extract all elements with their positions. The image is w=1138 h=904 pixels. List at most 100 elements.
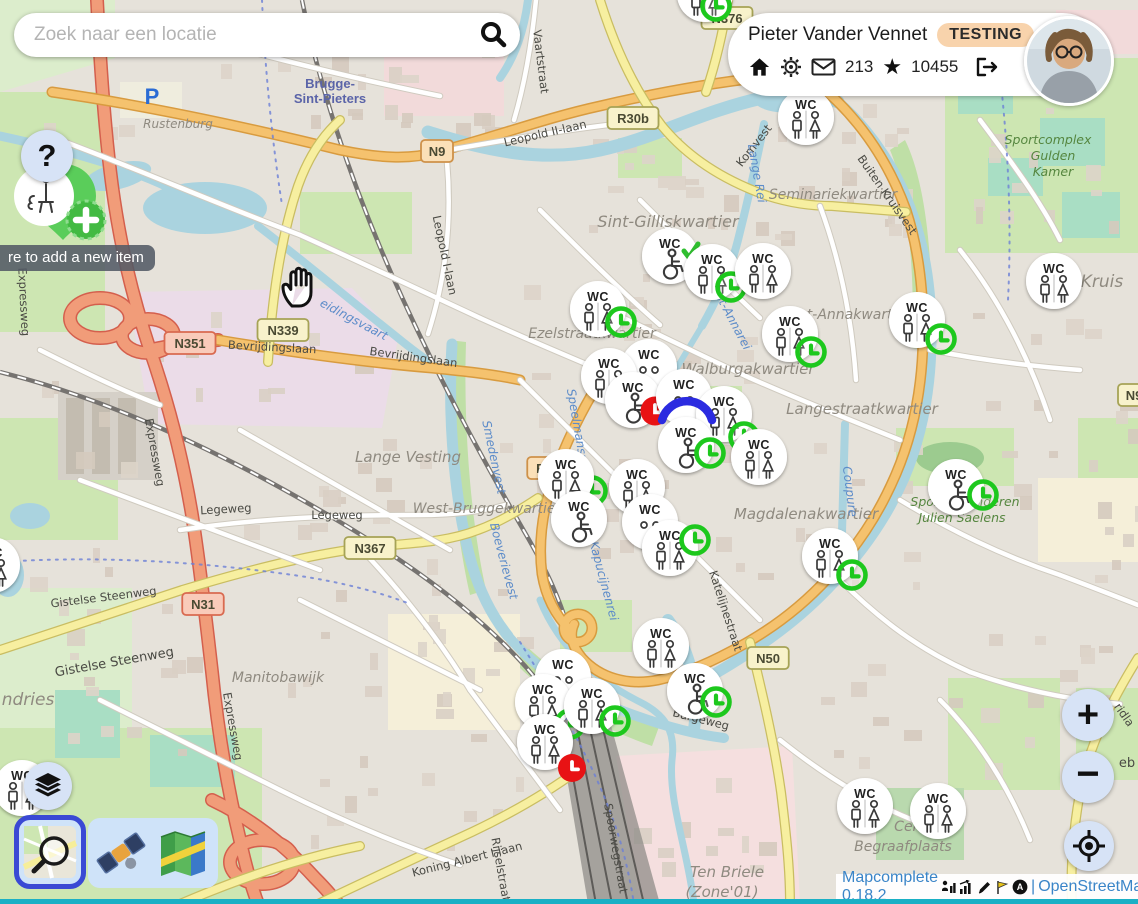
svg-text:A: A <box>1017 882 1024 892</box>
map-canvas[interactable]: RustenburgSint-GilliskwartierSeminariekw… <box>0 0 1138 904</box>
svg-text:WC: WC <box>684 672 706 686</box>
road-badge: N31 <box>182 593 224 615</box>
testing-badge: TESTING <box>937 23 1034 47</box>
road-badge: N9 <box>421 140 453 162</box>
svg-text:WC: WC <box>927 792 949 806</box>
layer-option-osm-carto[interactable] <box>14 815 86 889</box>
svg-text:N9: N9 <box>429 144 446 159</box>
layer-option-satellite[interactable] <box>94 823 148 883</box>
district-label: Manitobawijk <box>232 670 325 686</box>
chart-icon[interactable] <box>959 880 974 895</box>
svg-text:N367: N367 <box>354 541 385 556</box>
district-label: West-Bruggekwartier <box>413 501 563 517</box>
satellite-thumbnail <box>95 825 147 881</box>
osm-link[interactable]: OpenStreetMap <box>1038 878 1138 896</box>
toilet-marker[interactable]: WC <box>551 491 607 547</box>
street-label: Legeweg <box>200 501 252 518</box>
search-bar <box>14 13 520 57</box>
search-input[interactable] <box>32 23 478 47</box>
svg-text:WC: WC <box>795 98 817 112</box>
mapcomplete-app: RustenburgSint-GilliskwartierSeminariekw… <box>0 0 1138 904</box>
road-badge: N367 <box>345 537 396 559</box>
street-label: eb <box>1119 756 1135 771</box>
district-label: Langestraatkwartier <box>786 400 939 418</box>
road-badge: R30b <box>608 107 659 129</box>
svg-text:WC: WC <box>713 395 735 409</box>
osm-carto-thumbnail <box>22 823 78 881</box>
green-label: Gulden <box>1031 148 1076 163</box>
star-icon[interactable]: ★ <box>882 54 902 80</box>
layer-option-map[interactable] <box>156 823 210 883</box>
svg-text:WC: WC <box>906 301 928 315</box>
toilet-marker[interactable]: WC <box>735 243 791 299</box>
attribution-bar: Mapcomplete 0.18.2 A | OpenStreetMap <box>836 874 1138 900</box>
district-label: Ten Briele <box>690 863 764 881</box>
svg-text:WC: WC <box>552 658 574 672</box>
add-item-tooltip: re to add a new item <box>0 245 155 271</box>
zoom-in-button[interactable]: + <box>1062 689 1114 741</box>
svg-text:WC: WC <box>673 378 695 392</box>
opening-hours-badge-open <box>682 527 709 554</box>
road-badge: N50 <box>747 647 789 669</box>
avatar[interactable] <box>1024 16 1114 106</box>
search-icon[interactable] <box>478 20 508 50</box>
district-label: Begraafplaats <box>854 839 952 855</box>
svg-text:WC: WC <box>534 723 556 737</box>
svg-text:WC: WC <box>748 438 770 452</box>
opening-hours-badge-open <box>839 562 866 589</box>
geolocate-button[interactable] <box>1064 821 1114 871</box>
attribution-separator: | <box>1031 878 1035 896</box>
district-label: Rustenburg <box>143 117 213 131</box>
opening-hours-badge-open <box>703 689 730 716</box>
svg-text:WC: WC <box>568 500 590 514</box>
opening-hours-badge-open <box>798 339 825 366</box>
svg-text:WC: WC <box>659 529 681 543</box>
opening-hours-badge-open <box>928 326 955 353</box>
svg-text:WC: WC <box>945 468 967 482</box>
opening-hours-badge-open <box>697 440 724 467</box>
layers-icon <box>32 770 64 802</box>
layers-button[interactable] <box>24 762 72 810</box>
svg-text:N351: N351 <box>174 336 205 351</box>
toilet-marker[interactable]: WC <box>837 778 893 834</box>
green-label: Kamer <box>1033 164 1074 179</box>
svg-text:WC: WC <box>639 503 661 517</box>
edit-pencil-icon[interactable] <box>977 880 992 895</box>
zoom-out-button[interactable]: − <box>1062 751 1114 803</box>
opening-hours-badge-open <box>602 708 629 735</box>
road-badge: N339 <box>258 319 309 341</box>
logout-icon[interactable] <box>975 57 999 77</box>
toilet-marker[interactable]: WC <box>1026 253 1082 309</box>
svg-text:WC: WC <box>587 290 609 304</box>
toilet-marker[interactable]: WC <box>633 618 689 674</box>
svg-text:R30b: R30b <box>617 111 649 126</box>
opening-hours-badge-open <box>970 482 997 509</box>
home-icon[interactable] <box>748 56 771 78</box>
bottom-accent-bar <box>0 899 1138 904</box>
svg-text:WC: WC <box>0 546 3 560</box>
svg-text:WC: WC <box>650 627 672 641</box>
road-badge: N351 <box>165 332 216 354</box>
settings-gear-icon[interactable] <box>780 56 802 78</box>
toilet-marker[interactable]: WC <box>778 89 834 145</box>
folded-map-thumbnail <box>157 825 209 881</box>
opening-hours-badge-closed <box>558 754 586 782</box>
statistics-icon[interactable] <box>941 880 956 895</box>
street-label: Legeweg <box>311 508 362 522</box>
help-button[interactable]: ? <box>21 130 73 182</box>
svg-text:WC: WC <box>779 315 801 329</box>
hand-cursor-icon <box>278 266 316 310</box>
green-label: Sportcomplex <box>1005 132 1092 147</box>
crosshair-icon <box>1072 829 1106 863</box>
svg-text:WC: WC <box>659 237 681 251</box>
svg-text:WC: WC <box>638 348 660 362</box>
toilet-marker[interactable]: WC <box>731 429 787 485</box>
opening-hours-badge-open <box>608 309 635 336</box>
messages-envelope-icon[interactable] <box>811 58 836 76</box>
theme-flag-icon[interactable] <box>995 880 1009 895</box>
toilet-marker[interactable]: WC <box>910 783 966 839</box>
svg-text:WC: WC <box>532 683 554 697</box>
osm-copyright-icon[interactable]: A <box>1012 879 1028 895</box>
svg-text:WC: WC <box>819 537 841 551</box>
svg-text:WC: WC <box>752 252 774 266</box>
